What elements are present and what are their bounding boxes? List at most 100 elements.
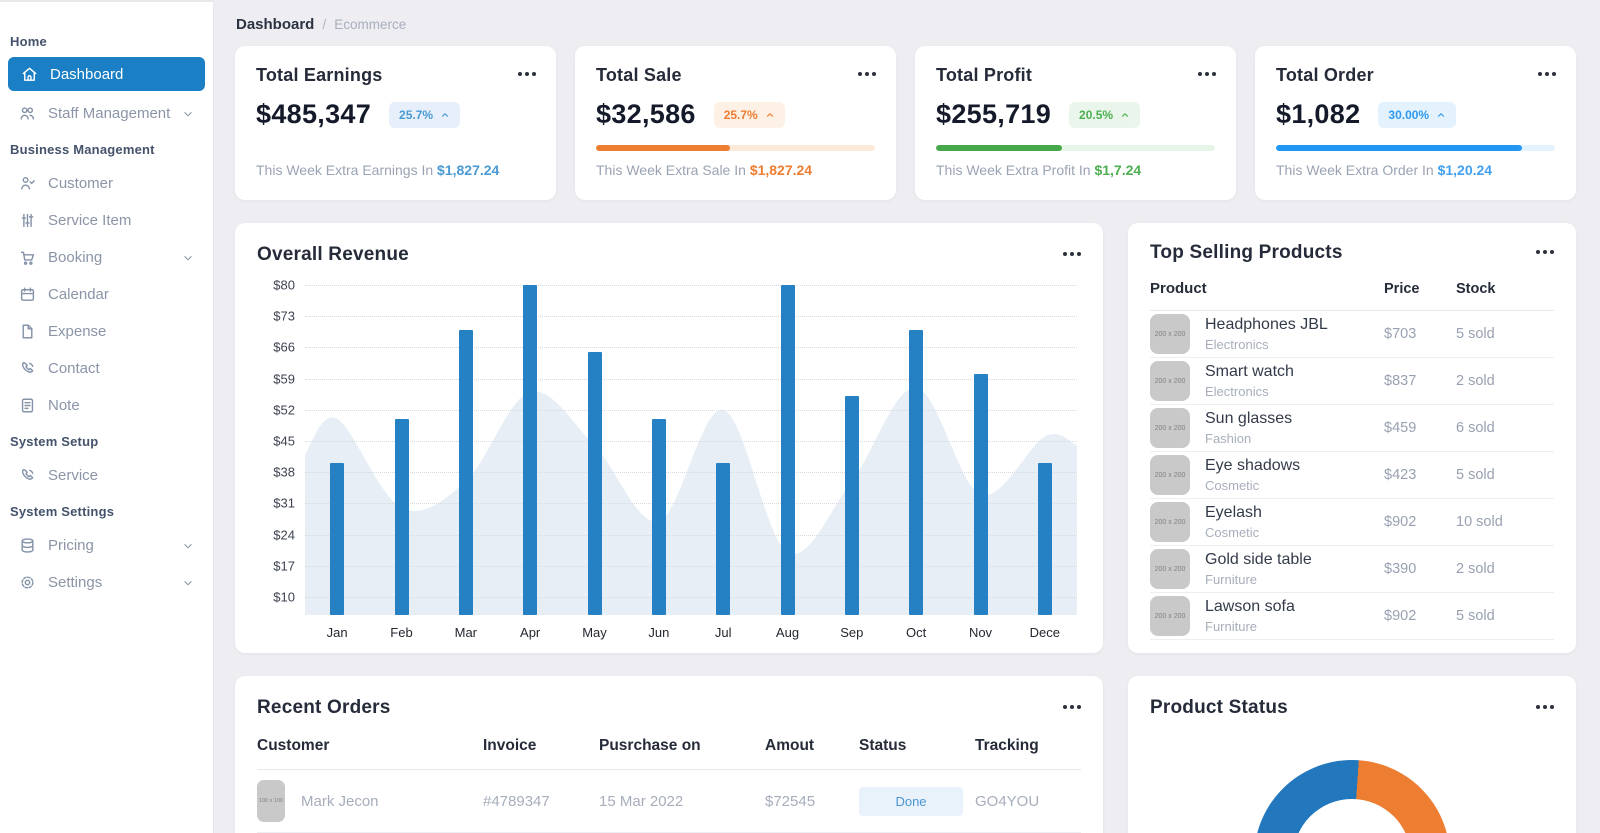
overall-revenue-card: Overall Revenue $80 $73 $66 $59 $52 $45 $38 $31…: [235, 223, 1103, 653]
sidebar-section-label: System Settings: [10, 504, 115, 519]
recent-orders-card: Recent Orders Customer Invoice Pusrchase…: [235, 676, 1103, 833]
product-row: 200 x 200 Eye shadows Cosmetic $423 5 so…: [1150, 452, 1554, 499]
product-name: Eye shadows: [1205, 457, 1301, 475]
x-axis-tick: May: [582, 625, 607, 640]
product-status-title: Product Status: [1150, 697, 1288, 718]
product-price: $423: [1384, 467, 1417, 483]
home-icon: [20, 65, 39, 84]
sidebar-item-label: Expense: [48, 323, 107, 340]
gridline: [305, 378, 1077, 380]
sidebar-item-label: Service Item: [48, 212, 132, 229]
x-axis-tick: Oct: [906, 625, 927, 640]
x-axis-tick: Nov: [968, 625, 993, 640]
overall-revenue-title: Overall Revenue: [257, 244, 409, 265]
y-axis-tick: $10: [273, 589, 295, 605]
breadcrumb-separator: /: [322, 16, 327, 32]
breadcrumb-dashboard-link[interactable]: Dashboard: [236, 16, 314, 33]
product-stock: 2 sold: [1456, 373, 1495, 389]
more-options-button[interactable]: [1536, 705, 1554, 709]
more-options-button[interactable]: [1538, 72, 1556, 76]
sidebar-item-dashboard[interactable]: Dashboard: [8, 57, 205, 91]
product-category: Cosmetic: [1205, 524, 1260, 540]
database-icon: [18, 536, 37, 555]
top-selling-products-card: Top Selling Products Product Price Stock…: [1128, 223, 1576, 653]
more-options-button[interactable]: [518, 72, 536, 76]
note-icon: [18, 396, 37, 415]
sidebar-item-booking[interactable]: Booking: [0, 239, 213, 276]
stat-card-value: $32,586: [596, 99, 696, 129]
product-row: 200 x 200 Smart watch Electronics $837 2…: [1150, 358, 1554, 405]
stat-progress-fill: [1276, 145, 1522, 151]
sidebar-item-label: Contact: [48, 360, 100, 377]
sidebar-item-settings[interactable]: Settings: [0, 564, 213, 601]
sidebar-item-expense[interactable]: Expense: [0, 313, 213, 350]
sidebar-item-customer[interactable]: Customer: [0, 165, 213, 202]
product-status-card: Product Status: [1128, 676, 1576, 833]
column-invoice: Invoice: [483, 737, 537, 754]
product-thumbnail: 200 x 200: [1150, 408, 1190, 448]
revenue-bar-may: [587, 351, 602, 615]
gridline: [305, 316, 1077, 318]
revenue-bar-jul: [716, 463, 731, 615]
calendar-icon: [18, 285, 37, 304]
chevron-up-icon: [441, 112, 449, 117]
stat-card-change-badge: 30.00%: [1378, 101, 1457, 128]
revenue-bar-nov: [973, 374, 988, 615]
revenue-bar-jun: [651, 418, 666, 615]
chevron-up-icon: [766, 112, 773, 117]
sidebar-item-note[interactable]: Note: [0, 387, 213, 424]
product-price: $902: [1384, 514, 1417, 530]
more-options-button[interactable]: [1536, 250, 1554, 254]
stat-card-footer: This Week Extra Sale In $1,827.24: [596, 162, 813, 178]
total-profit-card: Total Profit $255,719 20.5% This Week Ex…: [915, 46, 1236, 200]
sliders-icon: [18, 211, 37, 230]
sidebar-item-pricing[interactable]: Pricing: [0, 527, 213, 564]
chevron-up-icon: [1121, 112, 1129, 117]
sidebar-item-contact[interactable]: Contact: [0, 350, 213, 387]
sidebar: Home Dashboard Staff Management Business Ma…: [0, 0, 214, 833]
x-axis-tick: Aug: [775, 625, 800, 640]
y-axis-tick: $52: [273, 402, 295, 418]
gear-icon: [18, 573, 37, 592]
product-thumbnail: 200 x 200: [1150, 455, 1190, 495]
x-axis-tick: Mar: [454, 625, 478, 640]
more-options-button[interactable]: [1198, 72, 1216, 76]
recent-orders-title: Recent Orders: [257, 697, 391, 718]
y-axis-tick: $38: [273, 464, 295, 480]
stat-card-value: $1,082: [1276, 99, 1361, 129]
sidebar-item-staff-management[interactable]: Staff Management: [0, 95, 213, 132]
order-thumbnail: 100 x 100: [257, 780, 285, 822]
stat-card-title: Total Order: [1276, 65, 1374, 85]
column-tracking: Tracking: [975, 737, 1039, 754]
sidebar-item-label: Dashboard: [50, 65, 124, 83]
sidebar-item-service-item[interactable]: Service Item: [0, 202, 213, 239]
sidebar-item-calendar[interactable]: Calendar: [0, 276, 213, 313]
orders-table-body: 100 x 100 Mark Jecon #4789347 15 Mar 202…: [257, 770, 1081, 833]
stat-cards-row: Total Earnings $485,347 25.7% This Week …: [235, 46, 1576, 200]
x-axis-tick: Apr: [520, 625, 541, 640]
stat-progress-track: [1276, 145, 1555, 151]
product-row: 200 x 200 Eyelash Cosmetic $902 10 sold: [1150, 499, 1554, 546]
product-status-donut-chart: [1254, 760, 1450, 833]
orders-table-header: Customer Invoice Pusrchase on Amout Stat…: [257, 737, 1081, 770]
revenue-bar-aug: [780, 285, 795, 615]
more-options-button[interactable]: [1063, 252, 1081, 256]
main-content: Dashboard / Ecommerce Total Earnings $48…: [214, 0, 1600, 833]
sidebar-item-service[interactable]: Service: [0, 457, 213, 494]
sidebar-section-label: Home: [10, 34, 47, 49]
more-options-button[interactable]: [858, 72, 876, 76]
product-thumbnail: 200 x 200: [1150, 314, 1190, 354]
column-price: Price: [1384, 280, 1420, 297]
more-options-button[interactable]: [1063, 705, 1081, 709]
y-axis-tick: $45: [273, 433, 295, 449]
sidebar-item-label: Note: [48, 397, 80, 414]
users-icon: [18, 104, 37, 123]
x-axis-tick: Sep: [840, 625, 864, 640]
product-category: Furniture: [1205, 618, 1258, 634]
revenue-bar-jan: [330, 463, 345, 615]
overall-revenue-chart: $80 $73 $66 $59 $52 $45 $38 $31 $24 $17 $10 Jan Feb…: [257, 278, 1081, 640]
product-category: Furniture: [1205, 571, 1258, 587]
y-axis-tick: $17: [273, 558, 295, 574]
sidebar-item-label: Settings: [48, 574, 103, 591]
product-category: Fashion: [1205, 430, 1252, 446]
